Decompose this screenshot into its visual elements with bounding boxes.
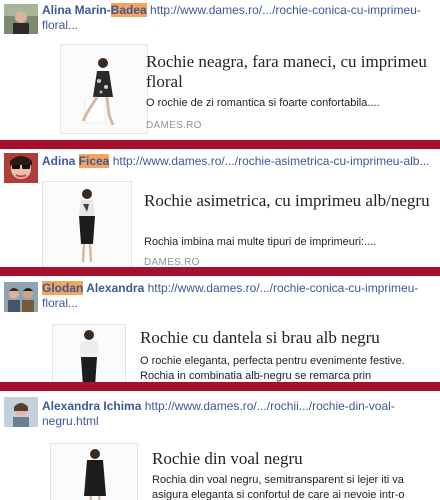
avatar[interactable]	[4, 153, 38, 183]
preview-source: DAMES.RO	[144, 257, 200, 267]
feed-post: Alexandra Ichima http://www.dames.ro/...…	[0, 391, 440, 500]
post-byline: Alexandra Ichima http://www.dames.ro/...…	[42, 399, 434, 429]
preview-source: DAMES.RO	[146, 120, 202, 131]
link-preview-card[interactable]: Rochie din voal negru Rochia din voal ne…	[38, 441, 436, 500]
preview-thumbnail[interactable]	[52, 324, 126, 382]
shared-link-url[interactable]: http://www.dames.ro/.../rochie-asimetric…	[113, 154, 430, 168]
avatar[interactable]	[4, 397, 38, 427]
highlighted-name[interactable]: Glodan	[42, 281, 84, 295]
preview-thumbnail[interactable]	[42, 181, 132, 267]
link-preview-card[interactable]: Rochie asimetrica, cu imprimeu alb/negru…	[42, 181, 436, 267]
preview-description: O rochie de zi romantica si foarte confo…	[146, 97, 380, 109]
author-name[interactable]: Adina	[42, 154, 79, 168]
preview-description: Rochia din voal negru, semitransparent s…	[152, 474, 405, 500]
post-divider	[0, 140, 440, 149]
avatar[interactable]	[4, 4, 38, 34]
preview-thumbnail[interactable]	[60, 44, 148, 134]
highlighted-name[interactable]: Badea	[110, 3, 147, 17]
highlighted-name[interactable]: Ficea	[78, 154, 110, 168]
feed-post: Glodan Alexandra http://www.dames.ro/...…	[0, 276, 440, 382]
post-byline: Glodan Alexandra http://www.dames.ro/...…	[42, 281, 434, 311]
preview-title[interactable]: Rochie neagra, fara maneci, cu imprimeu …	[146, 52, 436, 92]
author-name[interactable]: Alexandra	[83, 281, 144, 295]
post-byline: Alina Marin-Badea http://www.dames.ro/..…	[42, 3, 434, 33]
post-divider	[0, 267, 440, 276]
post-byline: Adina Ficea http://www.dames.ro/.../roch…	[42, 154, 434, 169]
preview-title[interactable]: Rochie asimetrica, cu imprimeu alb/negru	[144, 191, 434, 211]
preview-description: Rochia imbina mai multe tipuri de imprim…	[144, 236, 377, 248]
preview-title[interactable]: Rochie din voal negru	[152, 449, 434, 469]
preview-description: O rochie eleganta, perfecta pentru eveni…	[140, 355, 405, 382]
feed-post: Alina Marin-Badea http://www.dames.ro/..…	[0, 0, 440, 140]
author-name[interactable]: Alina Marin-	[42, 3, 111, 17]
preview-title[interactable]: Rochie cu dantela si brau alb negru	[140, 328, 432, 348]
post-divider	[0, 382, 440, 391]
link-preview-card[interactable]: Rochie neagra, fara maneci, cu imprimeu …	[44, 44, 436, 136]
avatar[interactable]	[4, 282, 38, 312]
author-name[interactable]: Alexandra Ichima	[42, 399, 141, 413]
preview-thumbnail[interactable]	[50, 443, 138, 500]
link-preview-card[interactable]: Rochie cu dantela si brau alb negru O ro…	[38, 324, 436, 382]
feed-post: Adina Ficea http://www.dames.ro/.../roch…	[0, 149, 440, 267]
